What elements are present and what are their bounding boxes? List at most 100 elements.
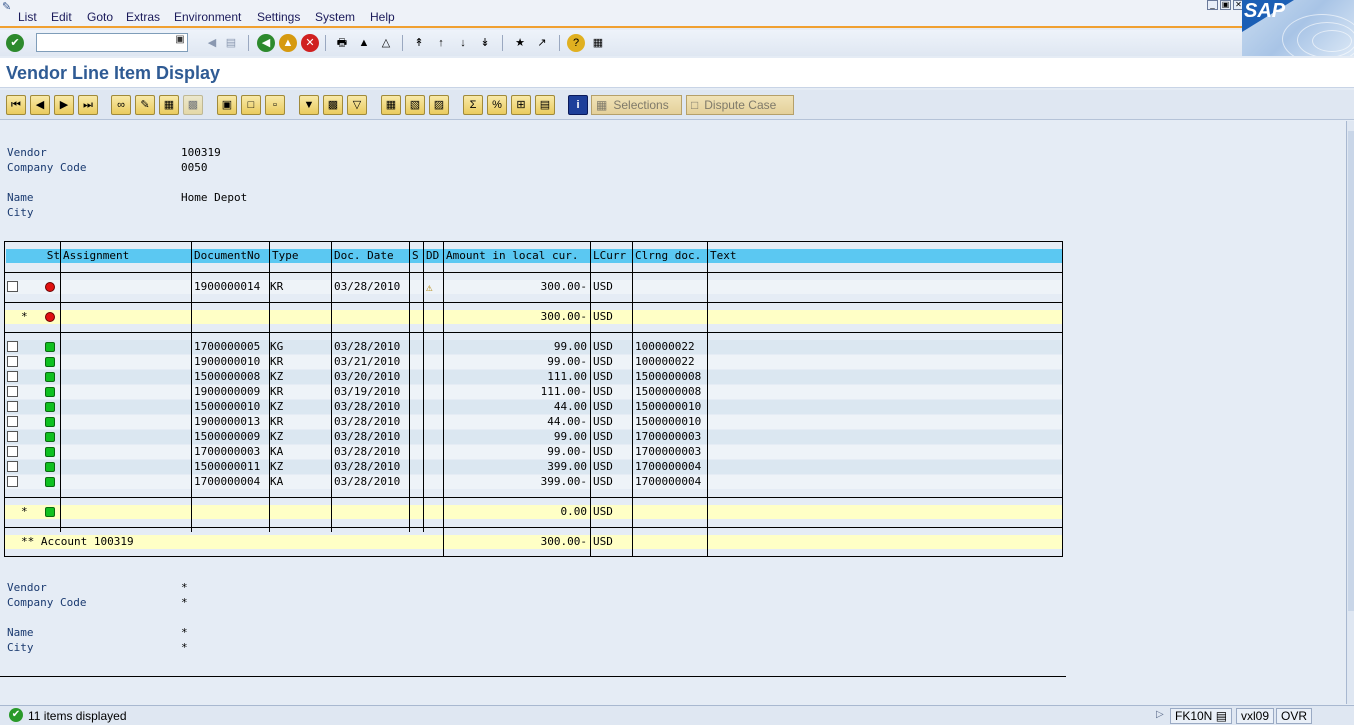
- previous-page-icon[interactable]: ↑: [432, 34, 450, 52]
- last-page-icon[interactable]: ↡: [476, 34, 494, 52]
- minimize-icon[interactable]: _: [1207, 0, 1218, 10]
- find-icon[interactable]: ▲: [355, 34, 373, 52]
- export-icon[interactable]: ▤: [535, 95, 555, 115]
- row-select-checkbox[interactable]: [7, 446, 18, 457]
- select-layout-icon[interactable]: ▧: [405, 95, 425, 115]
- row-divider: [5, 272, 1062, 273]
- menu-help[interactable]: Help: [370, 10, 395, 24]
- row-select-checkbox[interactable]: [7, 341, 18, 352]
- edit-pencil-icon[interactable]: ✎: [135, 95, 155, 115]
- column-header-s[interactable]: S: [410, 249, 423, 263]
- menu-list[interactable]: List: [18, 10, 37, 24]
- save-variant-icon[interactable]: □: [241, 95, 261, 115]
- restore-icon[interactable]: ▣: [1220, 0, 1231, 10]
- menu-goto[interactable]: Goto: [87, 10, 113, 24]
- document-type: KZ: [270, 370, 284, 383]
- selections-icon: ▦: [596, 98, 608, 112]
- menu-settings[interactable]: Settings: [257, 10, 300, 24]
- menu-extras[interactable]: Extras: [126, 10, 160, 24]
- transaction-code: FK10N: [1175, 709, 1213, 723]
- row-select-checkbox[interactable]: [7, 281, 18, 292]
- display-change-icon[interactable]: ∞: [111, 95, 131, 115]
- sum-icon[interactable]: Σ: [463, 95, 483, 115]
- window-menu-icon[interactable]: ✎: [2, 0, 16, 13]
- set-filter-icon[interactable]: ▽: [347, 95, 367, 115]
- scrollbar-thumb[interactable]: [1348, 131, 1354, 611]
- column-header-currency[interactable]: LCurr: [591, 249, 632, 263]
- info-icon[interactable]: i: [568, 95, 588, 115]
- command-field-dropdown-icon[interactable]: ▣: [174, 34, 186, 50]
- table-row: 1700000004 KA 03/28/2010 399.00- USD 17000000…: [5, 475, 1062, 489]
- selections-button[interactable]: ▦ Selections: [591, 95, 682, 115]
- back-arrow-icon[interactable]: ◀: [203, 34, 221, 52]
- print-preview-icon[interactable]: ▩: [323, 95, 343, 115]
- amount: 99.00: [553, 340, 587, 353]
- success-icon: ✔: [9, 708, 23, 722]
- status-expand-icon[interactable]: ▷: [1156, 709, 1164, 720]
- subtotal-marker: *: [21, 505, 28, 518]
- document-icon[interactable]: ▩: [183, 95, 203, 115]
- column-header-doc_no[interactable]: DocumentNo: [192, 249, 269, 263]
- first-page-icon[interactable]: ↟: [410, 34, 428, 52]
- subtotal-icon[interactable]: %: [487, 95, 507, 115]
- help-icon[interactable]: ?: [567, 34, 585, 52]
- transaction-list-icon[interactable]: ▤: [1216, 709, 1227, 723]
- print-icon[interactable]: 🖶: [333, 34, 351, 52]
- column-header-amount[interactable]: Amount in local cur.: [444, 249, 590, 263]
- mode-field[interactable]: OVR: [1276, 708, 1313, 724]
- row-select-checkbox[interactable]: [7, 416, 18, 427]
- amount: 111.00-: [540, 385, 587, 398]
- create-session-icon[interactable]: ★: [511, 34, 529, 52]
- exit-icon[interactable]: ▲: [279, 34, 297, 52]
- layout-menu-icon[interactable]: ▦: [589, 34, 607, 52]
- column-header-assignment[interactable]: Assignment: [61, 249, 191, 263]
- next-page-icon[interactable]: ↓: [454, 34, 472, 52]
- vertical-scrollbar[interactable]: [1346, 121, 1354, 704]
- back-icon[interactable]: ◀: [257, 34, 275, 52]
- window-controls: _ ▣ ✕: [1207, 0, 1244, 10]
- row-select-checkbox[interactable]: [7, 371, 18, 382]
- row-select-checkbox[interactable]: [7, 356, 18, 367]
- column-divider: [409, 242, 410, 532]
- column-header-doc_date[interactable]: Doc. Date: [332, 249, 409, 263]
- create-shortcut-icon[interactable]: ↗: [533, 34, 551, 52]
- column-divider: [269, 242, 270, 532]
- document-date: 03/21/2010: [334, 355, 401, 368]
- row-select-checkbox[interactable]: [7, 386, 18, 397]
- dispute-case-button[interactable]: □ Dispute Case: [686, 95, 794, 115]
- column-header-clearing_doc[interactable]: Clrng doc.: [633, 249, 707, 263]
- next-item-icon[interactable]: ▶: [54, 95, 74, 115]
- column-header-st[interactable]: St: [6, 249, 60, 263]
- document-number: 1500000008: [194, 370, 261, 383]
- menu-environment[interactable]: Environment: [174, 10, 241, 24]
- enter-check-icon[interactable]: ✔: [6, 34, 24, 52]
- amount: 44.00: [553, 400, 587, 413]
- save-layout-icon[interactable]: ▨: [429, 95, 449, 115]
- mass-change-icon[interactable]: ▦: [159, 95, 179, 115]
- table-row: 1900000014 KR 03/28/2010 ⚠ 300.00- USD: [5, 280, 1062, 294]
- menu-edit[interactable]: Edit: [51, 10, 72, 24]
- find-next-icon[interactable]: △: [377, 34, 395, 52]
- row-select-checkbox[interactable]: [7, 431, 18, 442]
- command-field[interactable]: [36, 33, 188, 52]
- row-select-checkbox[interactable]: [7, 476, 18, 487]
- expand-icon[interactable]: ⊞: [511, 95, 531, 115]
- column-header-text[interactable]: Text: [708, 249, 1062, 263]
- save-icon[interactable]: ▤: [222, 34, 240, 52]
- cancel-icon[interactable]: ✕: [301, 34, 319, 52]
- list-end-line: [0, 676, 1066, 677]
- previous-item-icon[interactable]: ◀: [30, 95, 50, 115]
- clearing-document: 1500000008: [635, 385, 702, 398]
- column-header-type[interactable]: Type: [270, 249, 331, 263]
- change-layout-icon[interactable]: ▦: [381, 95, 401, 115]
- filter-icon[interactable]: ▼: [299, 95, 319, 115]
- row-select-checkbox[interactable]: [7, 401, 18, 412]
- details-icon[interactable]: ▫: [265, 95, 285, 115]
- menu-bar: ✎ List Edit Goto Extras Environment Sett…: [0, 0, 1354, 28]
- last-item-icon[interactable]: ⏭: [78, 95, 98, 115]
- column-header-dd[interactable]: DD: [424, 249, 443, 263]
- menu-system[interactable]: System: [315, 10, 355, 24]
- row-select-checkbox[interactable]: [7, 461, 18, 472]
- first-item-icon[interactable]: ⏮: [6, 95, 26, 115]
- select-icon[interactable]: ▣: [217, 95, 237, 115]
